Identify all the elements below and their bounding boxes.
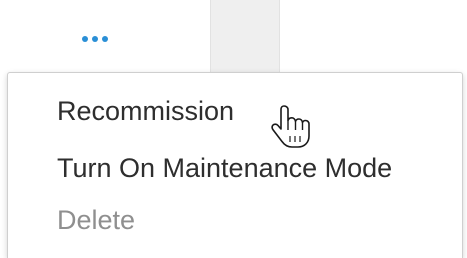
screen: Recommission Turn On Maintenance Mode De… [0, 0, 467, 258]
dot [82, 36, 88, 42]
more-dots-icon [82, 36, 108, 42]
menu-item-delete: Delete [57, 205, 136, 235]
dot [102, 36, 108, 42]
hand-pointer-icon [271, 105, 310, 148]
menu-item-turn-on-maintenance-mode[interactable]: Turn On Maintenance Mode [57, 151, 392, 185]
dot [92, 36, 98, 42]
more-actions-button[interactable] [60, 22, 130, 56]
actions-dropdown-menu: Recommission Turn On Maintenance Mode De… [7, 72, 463, 258]
menu-item-recommission[interactable]: Recommission [57, 94, 234, 128]
table-column-header [210, 0, 280, 80]
